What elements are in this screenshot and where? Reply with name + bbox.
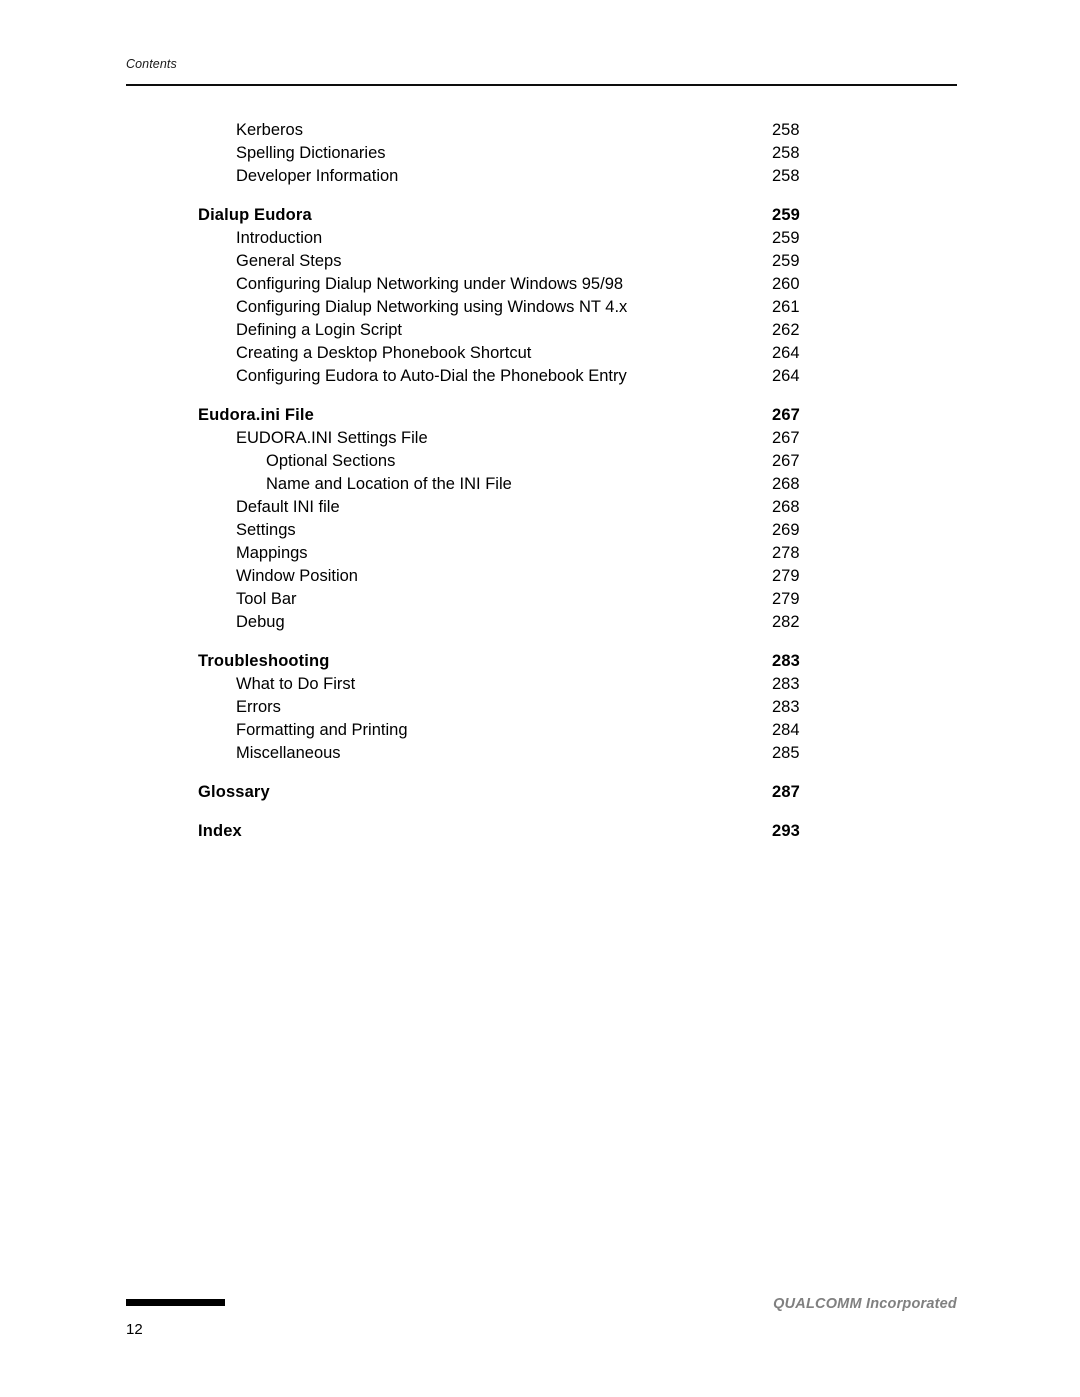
toc-entry-page-number: 284 xyxy=(772,721,800,739)
toc-entry-title: Developer Information xyxy=(236,167,399,185)
toc-entry[interactable]: Eudora.ini File 267 xyxy=(198,404,958,427)
toc-entry-title: Default INI file xyxy=(236,498,340,516)
toc-entry[interactable]: Optional Sections 267 xyxy=(198,450,958,473)
toc-entry-title: Spelling Dictionaries xyxy=(236,144,386,162)
toc-entry-page-number: 279 xyxy=(772,590,800,608)
toc-entry[interactable]: Defining a Login Script 262 xyxy=(198,319,958,342)
toc-entry[interactable]: What to Do First 283 xyxy=(198,673,958,696)
toc-entry-title: What to Do First xyxy=(236,675,356,693)
toc-entry-title: Name and Location of the INI File xyxy=(266,475,512,493)
toc-entry-title: Formatting and Printing xyxy=(236,721,408,739)
toc-entry-page-number: 267 xyxy=(772,429,800,447)
toc-entry-page-number: 279 xyxy=(772,567,800,585)
toc-entry-page-number: 264 xyxy=(772,367,800,385)
toc-entry-title: Configuring Dialup Networking under Wind… xyxy=(236,275,624,293)
toc-entry-page-number: 267 xyxy=(772,406,800,424)
toc-entry[interactable]: Formatting and Printing 284 xyxy=(198,719,958,742)
toc-entry-page-number: 258 xyxy=(772,144,800,162)
toc-entry-page-number: 278 xyxy=(772,544,800,562)
toc-entry-page-number: 268 xyxy=(772,475,800,493)
toc-entry-page-number: 261 xyxy=(772,298,800,316)
toc-entry[interactable]: Window Position 279 xyxy=(198,565,958,588)
toc-entry[interactable]: Default INI file 268 xyxy=(198,496,958,519)
toc-entry-title: Introduction xyxy=(236,229,323,247)
footer-company-name: QUALCOMM Incorporated xyxy=(773,1296,957,1312)
toc-entry-title: Mappings xyxy=(236,544,308,562)
toc-entry[interactable]: Introduction 259 xyxy=(198,227,958,250)
toc-entry-page-number: 258 xyxy=(772,121,800,139)
toc-entry-title: General Steps xyxy=(236,252,342,270)
toc-entry[interactable]: General Steps 259 xyxy=(198,250,958,273)
toc-entry-page-number: 259 xyxy=(772,206,800,224)
toc-entry-title: Debug xyxy=(236,613,285,631)
toc-entry-page-number: 293 xyxy=(772,822,800,840)
toc-entry[interactable]: Creating a Desktop Phonebook Shortcut 264 xyxy=(198,342,958,365)
toc-entry[interactable]: Troubleshooting 283 xyxy=(198,650,958,673)
toc-entry-title: Kerberos xyxy=(236,121,303,139)
toc-entry[interactable]: Configuring Dialup Networking under Wind… xyxy=(198,273,958,296)
toc-entry[interactable]: Debug 282 xyxy=(198,611,958,634)
toc-entry[interactable]: Name and Location of the INI File 268 xyxy=(198,473,958,496)
toc-entry[interactable]: Configuring Dialup Networking using Wind… xyxy=(198,296,958,319)
toc-entry-page-number: 267 xyxy=(772,452,800,470)
toc-entry-title: Settings xyxy=(236,521,296,539)
toc-entry-title: Miscellaneous xyxy=(236,744,341,762)
table-of-contents: Kerberos 258 Spelling Dictionaries 258 Devel… xyxy=(198,119,958,843)
toc-entry-page-number: 283 xyxy=(772,652,800,670)
toc-entry-title: Configuring Dialup Networking using Wind… xyxy=(236,298,628,316)
toc-entry-page-number: 285 xyxy=(772,744,800,762)
toc-entry[interactable]: Dialup Eudora 259 xyxy=(198,204,958,227)
toc-entry-title: Eudora.ini File xyxy=(198,406,314,424)
toc-entry-title: Defining a Login Script xyxy=(236,321,403,339)
toc-entry[interactable]: Miscellaneous 285 xyxy=(198,742,958,765)
toc-entry[interactable]: Kerberos 258 xyxy=(198,119,958,142)
toc-entry-title: Glossary xyxy=(198,783,270,801)
toc-entry[interactable]: Configuring Eudora to Auto-Dial the Phon… xyxy=(198,365,958,388)
toc-entry-title: Dialup Eudora xyxy=(198,206,312,224)
toc-entry-page-number: 259 xyxy=(772,252,800,270)
running-header: Contents xyxy=(126,56,957,72)
toc-entry-page-number: 268 xyxy=(772,498,800,516)
toc-entry[interactable]: EUDORA.INI Settings File 267 xyxy=(198,427,958,450)
toc-entry-page-number: 259 xyxy=(772,229,800,247)
toc-entry[interactable]: Mappings 278 xyxy=(198,542,958,565)
footer-page-number: 12 xyxy=(126,1321,143,1338)
toc-entry-page-number: 264 xyxy=(772,344,800,362)
header-label: Contents xyxy=(126,57,177,71)
toc-entry[interactable]: Settings 269 xyxy=(198,519,958,542)
toc-entry-page-number: 283 xyxy=(772,698,800,716)
toc-entry-title: Index xyxy=(198,822,242,840)
toc-entry-title: Errors xyxy=(236,698,281,716)
toc-entry[interactable]: Errors 283 xyxy=(198,696,958,719)
toc-entry[interactable]: Tool Bar 279 xyxy=(198,588,958,611)
toc-entry-title: Tool Bar xyxy=(236,590,297,608)
footer-accent-bar xyxy=(126,1299,225,1306)
toc-entry-page-number: 269 xyxy=(772,521,800,539)
toc-entry[interactable]: Developer Information 258 xyxy=(198,165,958,188)
toc-entry-title: Troubleshooting xyxy=(198,652,330,670)
toc-entry-page-number: 282 xyxy=(772,613,800,631)
toc-entry-title: Window Position xyxy=(236,567,358,585)
toc-entry[interactable]: Glossary 287 xyxy=(198,781,958,804)
toc-entry-title: Optional Sections xyxy=(266,452,396,470)
toc-entry-page-number: 258 xyxy=(772,167,800,185)
toc-entry[interactable]: Index 293 xyxy=(198,820,958,843)
toc-entry-title: Creating a Desktop Phonebook Shortcut xyxy=(236,344,532,362)
toc-entry-page-number: 260 xyxy=(772,275,800,293)
toc-entry-title: EUDORA.INI Settings File xyxy=(236,429,428,447)
toc-entry[interactable]: Spelling Dictionaries 258 xyxy=(198,142,958,165)
toc-entry-page-number: 262 xyxy=(772,321,800,339)
toc-entry-page-number: 287 xyxy=(772,783,800,801)
toc-entry-page-number: 283 xyxy=(772,675,800,693)
header-rule xyxy=(126,84,957,86)
toc-entry-title: Configuring Eudora to Auto-Dial the Phon… xyxy=(236,367,627,385)
